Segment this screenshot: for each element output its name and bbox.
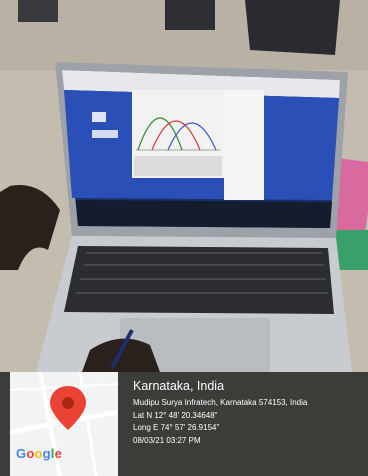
photo-scene: Google Karnataka, India Mudipu Surya Inf… (0, 0, 368, 476)
geotag-info: Karnataka, India Mudipu Surya Infratech,… (133, 379, 365, 447)
google-logo-letter: G (16, 446, 27, 461)
timestamp: 08/03/21 03:27 PM (133, 435, 201, 445)
google-logo: Google (16, 446, 62, 462)
google-logo-letter: o (34, 446, 43, 461)
google-logo-letter: e (54, 446, 63, 461)
address: Mudipu Surya Infratech, Karnataka 574153… (133, 398, 308, 407)
longitude: Long E 74° 57' 26.9154" (133, 423, 220, 432)
google-logo-letter: g (42, 446, 51, 461)
place-name: Karnataka, India (133, 379, 225, 393)
latitude: Lat N 12° 48' 20.34648" (133, 410, 218, 420)
